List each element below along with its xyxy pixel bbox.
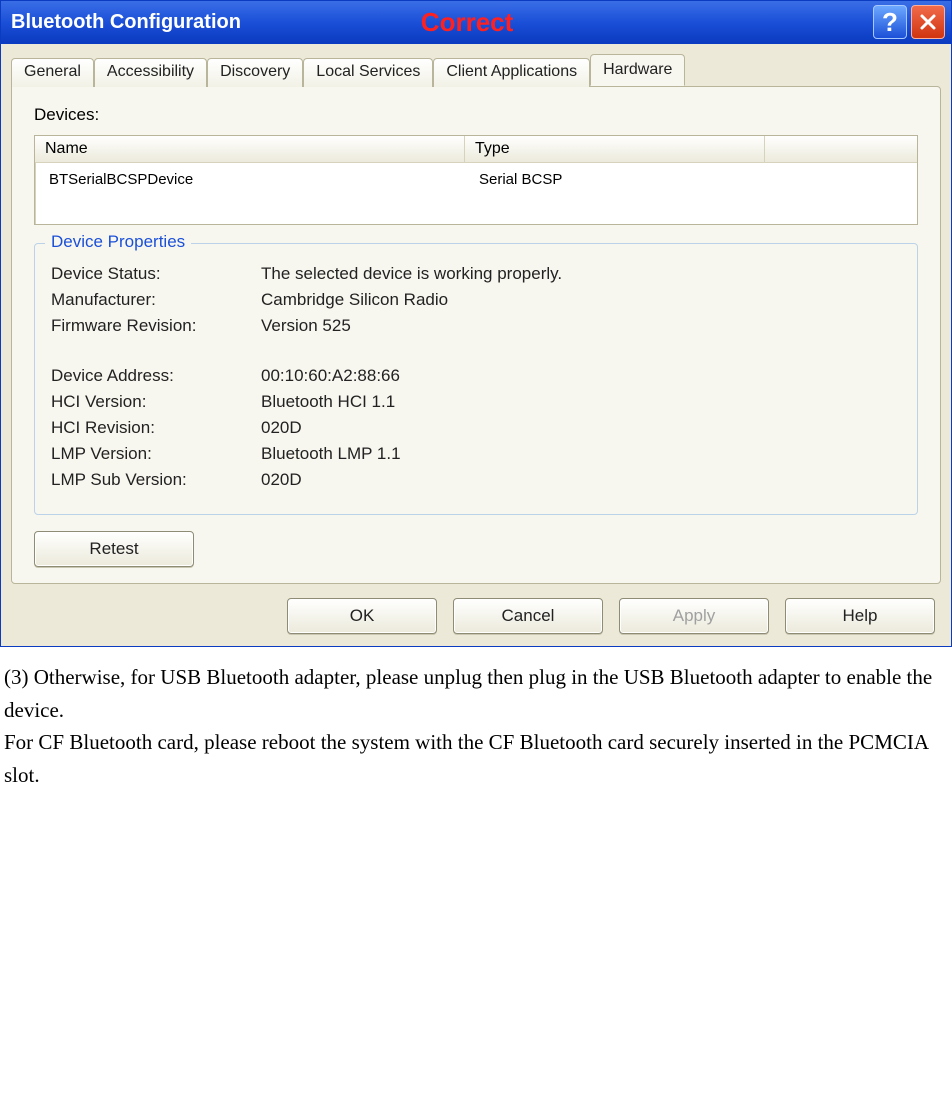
tab-client-applications[interactable]: Client Applications bbox=[433, 58, 590, 87]
window-title: Bluetooth Configuration bbox=[11, 11, 241, 34]
prop-manufacturer-label: Manufacturer: bbox=[51, 290, 261, 310]
dialog-body: General Accessibility Discovery Local Se… bbox=[0, 44, 952, 647]
dialog-button-row: OK Cancel Apply Help bbox=[5, 584, 947, 638]
prop-firmware-label: Firmware Revision: bbox=[51, 316, 261, 336]
device-type: Serial BCSP bbox=[465, 169, 765, 190]
prop-hci-version-value: Bluetooth HCI 1.1 bbox=[261, 392, 395, 412]
table-row[interactable]: BTSerialBCSPDevice Serial BCSP bbox=[35, 163, 917, 224]
apply-button[interactable]: Apply bbox=[619, 598, 769, 634]
prop-manufacturer: Manufacturer: Cambridge Silicon Radio bbox=[51, 290, 901, 310]
help-icon[interactable]: ? bbox=[873, 5, 907, 39]
tab-local-services[interactable]: Local Services bbox=[303, 58, 433, 87]
prop-status-value: The selected device is working properly. bbox=[261, 264, 562, 284]
column-name[interactable]: Name bbox=[35, 136, 465, 162]
prop-lmp-sub-value: 020D bbox=[261, 470, 302, 490]
devices-heading: Devices: bbox=[34, 105, 924, 125]
tab-general[interactable]: General bbox=[11, 58, 94, 87]
prop-manufacturer-value: Cambridge Silicon Radio bbox=[261, 290, 448, 310]
cancel-button[interactable]: Cancel bbox=[453, 598, 603, 634]
retest-row: Retest bbox=[34, 531, 918, 567]
device-name: BTSerialBCSPDevice bbox=[35, 169, 465, 190]
prop-hci-revision: HCI Revision: 020D bbox=[51, 418, 901, 438]
tab-hardware[interactable]: Hardware bbox=[590, 54, 685, 86]
instruction-line-2: For CF Bluetooth card, please reboot the… bbox=[4, 726, 946, 791]
device-properties-group: Device Properties Device Status: The sel… bbox=[34, 243, 918, 515]
device-list-header: Name Type bbox=[35, 136, 917, 163]
prop-address: Device Address: 00:10:60:A2:88:66 bbox=[51, 366, 901, 386]
close-icon[interactable] bbox=[911, 5, 945, 39]
tab-panel-hardware: Devices: Name Type BTSerialBCSPDevice Se… bbox=[11, 86, 941, 584]
prop-hci-version: HCI Version: Bluetooth HCI 1.1 bbox=[51, 392, 901, 412]
prop-lmp-version: LMP Version: Bluetooth LMP 1.1 bbox=[51, 444, 901, 464]
group-legend: Device Properties bbox=[45, 232, 191, 252]
prop-status-label: Device Status: bbox=[51, 264, 261, 284]
instruction-line-1: (3) Otherwise, for USB Bluetooth adapter… bbox=[4, 661, 946, 726]
prop-hci-version-label: HCI Version: bbox=[51, 392, 261, 412]
column-type[interactable]: Type bbox=[465, 136, 765, 162]
prop-lmp-version-label: LMP Version: bbox=[51, 444, 261, 464]
instruction-text: (3) Otherwise, for USB Bluetooth adapter… bbox=[0, 647, 952, 801]
prop-address-value: 00:10:60:A2:88:66 bbox=[261, 366, 400, 386]
prop-address-label: Device Address: bbox=[51, 366, 261, 386]
prop-lmp-sub-label: LMP Sub Version: bbox=[51, 470, 261, 490]
tab-strip: General Accessibility Discovery Local Se… bbox=[5, 44, 947, 86]
prop-firmware: Firmware Revision: Version 525 bbox=[51, 316, 901, 336]
prop-lmp-sub: LMP Sub Version: 020D bbox=[51, 470, 901, 490]
title-buttons: ? bbox=[873, 5, 945, 39]
tab-accessibility[interactable]: Accessibility bbox=[94, 58, 207, 87]
correct-annotation: Correct bbox=[421, 7, 513, 38]
tab-discovery[interactable]: Discovery bbox=[207, 58, 303, 87]
help-button[interactable]: Help bbox=[785, 598, 935, 634]
prop-hci-revision-value: 020D bbox=[261, 418, 302, 438]
prop-lmp-version-value: Bluetooth LMP 1.1 bbox=[261, 444, 401, 464]
prop-firmware-value: Version 525 bbox=[261, 316, 351, 336]
ok-button[interactable]: OK bbox=[287, 598, 437, 634]
device-list[interactable]: Name Type BTSerialBCSPDevice Serial BCSP bbox=[34, 135, 918, 225]
prop-status: Device Status: The selected device is wo… bbox=[51, 264, 901, 284]
title-bar: Bluetooth Configuration Correct ? bbox=[0, 0, 952, 44]
prop-hci-revision-label: HCI Revision: bbox=[51, 418, 261, 438]
retest-button[interactable]: Retest bbox=[34, 531, 194, 567]
